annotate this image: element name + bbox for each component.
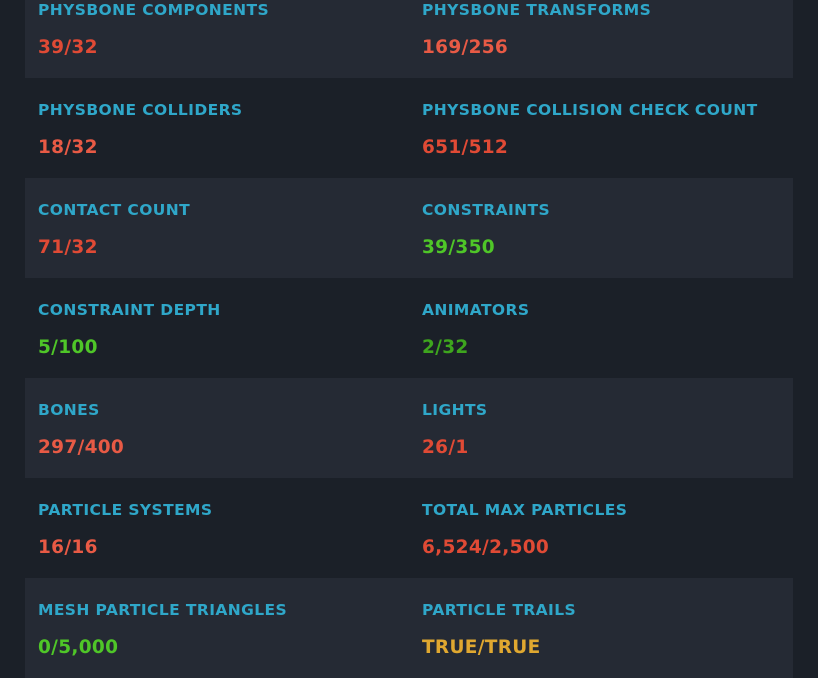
stat-row: BONES 297/400 LIGHTS 26/1: [25, 378, 793, 478]
stat-row: PHYSBONE COMPONENTS 39/32 PHYSBONE TRANS…: [25, 0, 793, 78]
stat-value: TRUE/TRUE: [422, 637, 541, 658]
stat-lights: LIGHTS 26/1: [409, 378, 793, 478]
stat-value: 39/32: [38, 37, 98, 58]
stat-physbone-collision-check-count: PHYSBONE COLLISION CHECK COUNT 651/512: [409, 78, 793, 178]
stat-row: MESH PARTICLE TRIANGLES 0/5,000 PARTICLE…: [25, 578, 793, 678]
stat-value: 39/350: [422, 237, 495, 258]
stat-label: CONTACT COUNT: [38, 201, 191, 219]
stat-label: CONSTRAINT DEPTH: [38, 301, 221, 319]
performance-stats-grid: PHYSBONE COMPONENTS 39/32 PHYSBONE TRANS…: [25, 0, 793, 678]
stat-value: 0/5,000: [38, 637, 119, 658]
stat-row: CONSTRAINT DEPTH 5/100 ANIMATORS 2/32: [25, 278, 793, 378]
stat-constraint-depth: CONSTRAINT DEPTH 5/100: [25, 278, 409, 378]
stat-bones: BONES 297/400: [25, 378, 409, 478]
stat-label: PHYSBONE TRANSFORMS: [422, 1, 652, 19]
stat-value: 651/512: [422, 137, 509, 158]
stat-label: BONES: [38, 401, 100, 419]
stat-value: 18/32: [38, 137, 98, 158]
stat-particle-trails: PARTICLE TRAILS TRUE/TRUE: [409, 578, 793, 678]
stat-value: 169/256: [422, 37, 509, 58]
stat-label: PHYSBONE COLLIDERS: [38, 101, 243, 119]
stat-label: LIGHTS: [422, 401, 488, 419]
stat-value: 16/16: [38, 537, 98, 558]
stat-total-max-particles: TOTAL MAX PARTICLES 6,524/2,500: [409, 478, 793, 578]
stat-contact-count: CONTACT COUNT 71/32: [25, 178, 409, 278]
stat-label: PARTICLE TRAILS: [422, 601, 577, 619]
stat-label: PARTICLE SYSTEMS: [38, 501, 213, 519]
stat-mesh-particle-triangles: MESH PARTICLE TRIANGLES 0/5,000: [25, 578, 409, 678]
stat-value: 6,524/2,500: [422, 537, 550, 558]
stat-constraints: CONSTRAINTS 39/350: [409, 178, 793, 278]
stat-row: PARTICLE SYSTEMS 16/16 TOTAL MAX PARTICL…: [25, 478, 793, 578]
stat-label: PHYSBONE COMPONENTS: [38, 1, 270, 19]
stat-label: TOTAL MAX PARTICLES: [422, 501, 628, 519]
stat-label: ANIMATORS: [422, 301, 530, 319]
stat-value: 2/32: [422, 337, 469, 358]
stat-physbone-components: PHYSBONE COMPONENTS 39/32: [25, 0, 409, 78]
stat-value: 5/100: [38, 337, 98, 358]
stat-physbone-colliders: PHYSBONE COLLIDERS 18/32: [25, 78, 409, 178]
stat-row: PHYSBONE COLLIDERS 18/32 PHYSBONE COLLIS…: [25, 78, 793, 178]
stat-label: CONSTRAINTS: [422, 201, 551, 219]
stat-value: 26/1: [422, 437, 469, 458]
stat-label: PHYSBONE COLLISION CHECK COUNT: [422, 101, 758, 119]
stat-label: MESH PARTICLE TRIANGLES: [38, 601, 288, 619]
stat-physbone-transforms: PHYSBONE TRANSFORMS 169/256: [409, 0, 793, 78]
stat-particle-systems: PARTICLE SYSTEMS 16/16: [25, 478, 409, 578]
stat-row: CONTACT COUNT 71/32 CONSTRAINTS 39/350: [25, 178, 793, 278]
stat-value: 71/32: [38, 237, 98, 258]
stat-value: 297/400: [38, 437, 125, 458]
stat-animators: ANIMATORS 2/32: [409, 278, 793, 378]
